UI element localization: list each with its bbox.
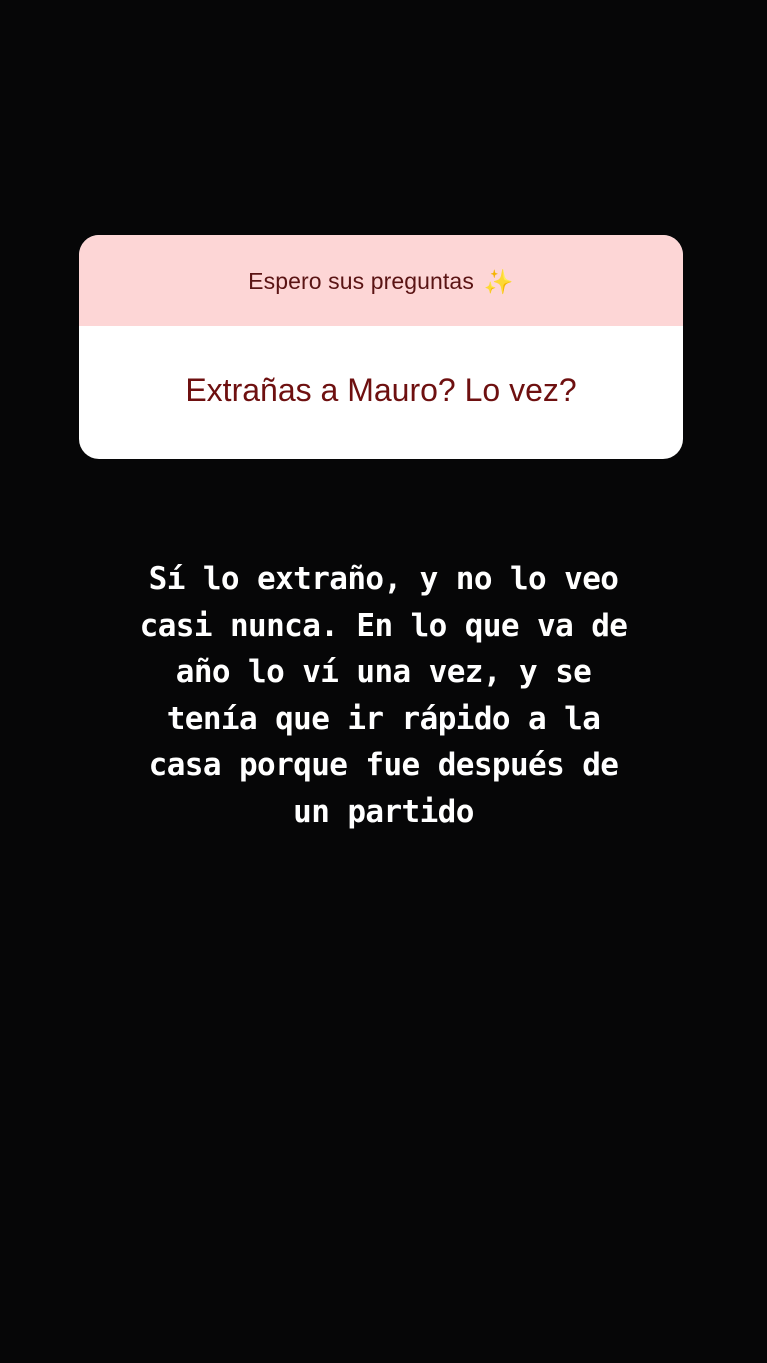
story-canvas: Espero sus preguntas ✨ Extrañas a Mauro?… — [0, 0, 767, 1363]
sparkles-icon: ✨ — [483, 267, 514, 296]
question-text: Extrañas a Mauro? Lo vez? — [185, 372, 577, 408]
question-sticker-header: Espero sus preguntas ✨ — [79, 235, 683, 326]
question-sticker-body: Extrañas a Mauro? Lo vez? — [79, 326, 683, 459]
answer-text: Sí lo extraño, y no lo veo casi nunca. E… — [139, 561, 628, 830]
question-sticker[interactable]: Espero sus preguntas ✨ Extrañas a Mauro?… — [79, 235, 683, 459]
question-prompt: Espero sus preguntas — [248, 268, 474, 294]
